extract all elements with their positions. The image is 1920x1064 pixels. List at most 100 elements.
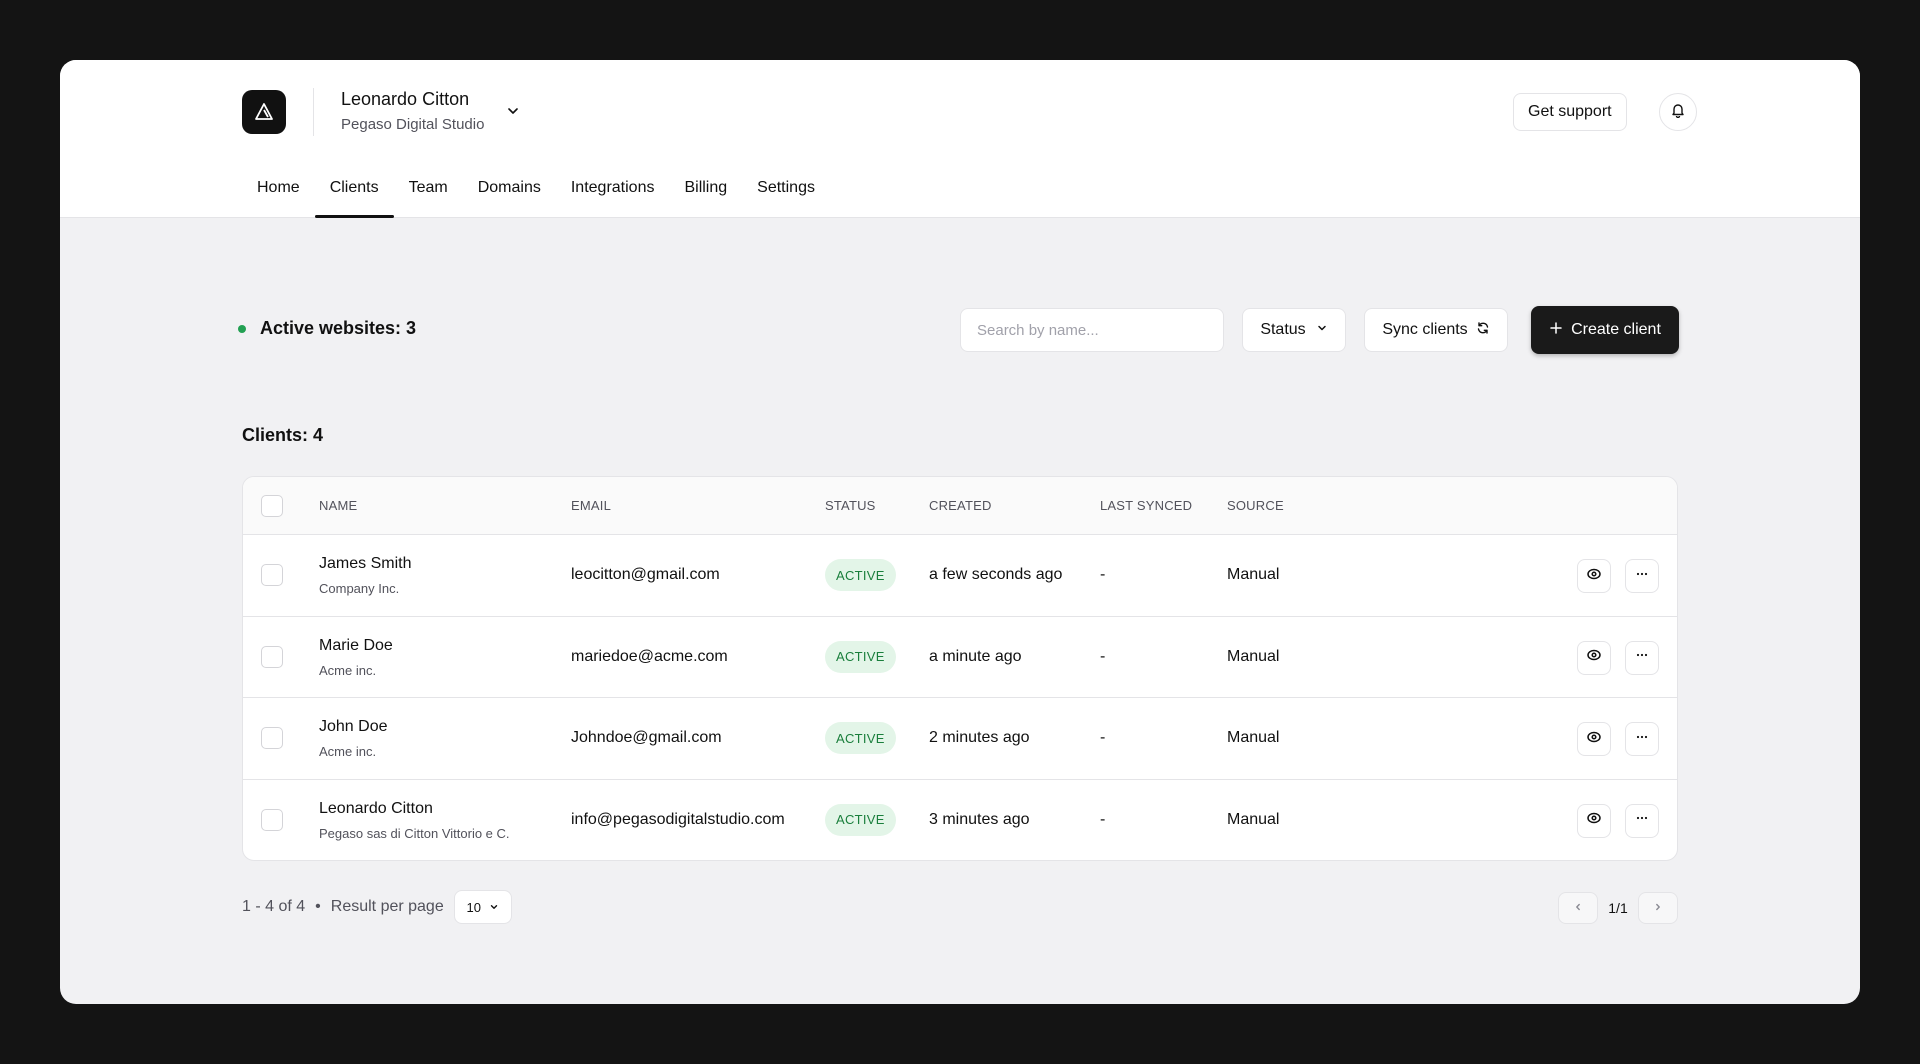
- status-filter-label: Status: [1260, 321, 1306, 338]
- client-source: Manual: [1227, 729, 1280, 746]
- account-switcher[interactable]: Leonardo Citton Pegaso Digital Studio: [341, 89, 484, 133]
- chevron-down-icon[interactable]: [506, 104, 520, 123]
- tab-clients[interactable]: Clients: [314, 178, 394, 218]
- notifications-button[interactable]: [1659, 93, 1697, 131]
- bell-icon: [1670, 102, 1686, 123]
- client-email: Johndoe@gmail.com: [571, 729, 722, 746]
- more-actions-button[interactable]: [1625, 640, 1659, 675]
- app-window: Leonardo Citton Pegaso Digital Studio Ge…: [60, 60, 1860, 1004]
- sync-clients-label: Sync clients: [1382, 321, 1468, 338]
- create-client-label: Create client: [1571, 321, 1661, 338]
- status-badge: ACTIVE: [825, 722, 896, 754]
- sync-clients-button[interactable]: Sync clients: [1364, 308, 1508, 352]
- previous-page-button[interactable]: [1558, 892, 1598, 924]
- tab-integrations[interactable]: Integrations: [556, 178, 670, 218]
- client-last-synced: -: [1100, 566, 1106, 583]
- tab-domains[interactable]: Domains: [463, 178, 556, 218]
- eye-icon: [1586, 647, 1602, 668]
- eye-icon: [1586, 729, 1602, 750]
- column-header-last-synced[interactable]: LAST SYNCED: [1100, 498, 1192, 513]
- client-last-synced: -: [1100, 729, 1106, 746]
- column-header-created[interactable]: CREATED: [929, 498, 992, 513]
- view-client-button[interactable]: [1577, 559, 1611, 593]
- more-horizontal-icon: [1634, 566, 1650, 587]
- more-actions-button[interactable]: [1625, 559, 1659, 593]
- table-row[interactable]: Marie Doe Acme inc. mariedoe@acme.com AC…: [243, 617, 1677, 698]
- client-name: James Smith: [319, 555, 412, 572]
- clients-count-title: Clients: 4: [242, 425, 324, 445]
- column-header-name[interactable]: NAME: [319, 498, 357, 513]
- table-row[interactable]: Leonardo Citton Pegaso sas di Citton Vit…: [243, 780, 1677, 861]
- chevron-down-icon: [1316, 321, 1328, 339]
- client-email: mariedoe@acme.com: [571, 647, 728, 665]
- page-indicator: 1/1: [1608, 900, 1628, 916]
- account-organization: Pegaso Digital Studio: [341, 116, 485, 133]
- more-actions-button[interactable]: [1625, 803, 1659, 838]
- separator-bullet: •: [315, 898, 321, 915]
- eye-icon: [1586, 810, 1602, 831]
- get-support-button[interactable]: Get support: [1513, 93, 1627, 131]
- pagination-summary: 1 - 4 of 4 • Result per page 10: [242, 890, 512, 924]
- client-last-synced: -: [1100, 810, 1106, 828]
- per-page-label: Result per page: [330, 898, 444, 915]
- tab-team[interactable]: Team: [394, 178, 463, 218]
- more-horizontal-icon: [1634, 729, 1650, 750]
- client-created: 2 minutes ago: [929, 729, 1030, 746]
- column-header-email[interactable]: EMAIL: [571, 498, 611, 513]
- select-all-checkbox[interactable]: [261, 495, 283, 517]
- more-actions-button[interactable]: [1625, 722, 1659, 756]
- create-client-button[interactable]: Create client: [1531, 306, 1679, 354]
- row-checkbox[interactable]: [261, 645, 283, 668]
- client-source: Manual: [1227, 566, 1280, 583]
- view-client-button[interactable]: [1577, 803, 1611, 838]
- row-checkbox[interactable]: [261, 727, 283, 749]
- client-company: Acme inc.: [319, 744, 377, 759]
- next-page-button[interactable]: [1638, 892, 1678, 924]
- triangle-logo-icon[interactable]: [242, 90, 286, 134]
- active-websites-summary: Active websites: 3: [238, 318, 416, 339]
- client-name: Marie Doe: [319, 636, 393, 654]
- more-horizontal-icon: [1634, 647, 1650, 668]
- more-horizontal-icon: [1634, 810, 1650, 831]
- row-checkbox[interactable]: [261, 808, 283, 831]
- per-page-select[interactable]: 10: [453, 890, 512, 924]
- client-name: Leonardo Citton: [319, 799, 433, 817]
- status-badge: ACTIVE: [825, 640, 896, 673]
- pagination-controls: 1/1: [1558, 892, 1678, 924]
- column-header-status[interactable]: STATUS: [825, 498, 876, 513]
- client-source: Manual: [1227, 810, 1280, 828]
- row-checkbox[interactable]: [261, 564, 283, 586]
- table-header: NAME EMAIL STATUS CREATED LAST SYNCED SO…: [243, 477, 1677, 535]
- per-page-value: 10: [466, 899, 481, 915]
- status-badge: ACTIVE: [825, 559, 896, 591]
- status-badge: ACTIVE: [825, 803, 896, 836]
- main-navigation: Home Clients Team Domains Integrations B…: [242, 178, 830, 218]
- eye-icon: [1586, 566, 1602, 587]
- table-row[interactable]: James Smith Company Inc. leocitton@gmail…: [243, 535, 1677, 617]
- tab-home[interactable]: Home: [242, 178, 315, 218]
- top-header: Leonardo Citton Pegaso Digital Studio Ge…: [60, 60, 1860, 218]
- status-filter-button[interactable]: Status: [1242, 308, 1346, 352]
- client-created: 3 minutes ago: [929, 810, 1030, 828]
- client-source: Manual: [1227, 647, 1280, 665]
- view-client-button[interactable]: [1577, 722, 1611, 756]
- client-last-synced: -: [1100, 647, 1106, 665]
- result-range: 1 - 4 of 4: [242, 898, 306, 915]
- view-client-button[interactable]: [1577, 640, 1611, 675]
- table-row[interactable]: John Doe Acme inc. Johndoe@gmail.com ACT…: [243, 698, 1677, 780]
- client-company: Acme inc.: [319, 662, 377, 678]
- search-input[interactable]: [960, 308, 1224, 352]
- tab-settings[interactable]: Settings: [742, 178, 830, 218]
- client-email: leocitton@gmail.com: [571, 566, 720, 583]
- tab-billing[interactable]: Billing: [669, 178, 742, 218]
- client-name: John Doe: [319, 718, 388, 735]
- plus-icon: [1549, 321, 1563, 340]
- active-websites-count: Active websites: 3: [260, 318, 417, 338]
- client-created: a few seconds ago: [929, 566, 1063, 583]
- refresh-icon: [1476, 321, 1490, 340]
- column-header-source[interactable]: SOURCE: [1227, 498, 1284, 513]
- chevron-right-icon: [1653, 899, 1663, 917]
- client-email: info@pegasodigitalstudio.com: [571, 810, 785, 828]
- header-divider: [313, 88, 314, 136]
- status-dot: [238, 324, 246, 333]
